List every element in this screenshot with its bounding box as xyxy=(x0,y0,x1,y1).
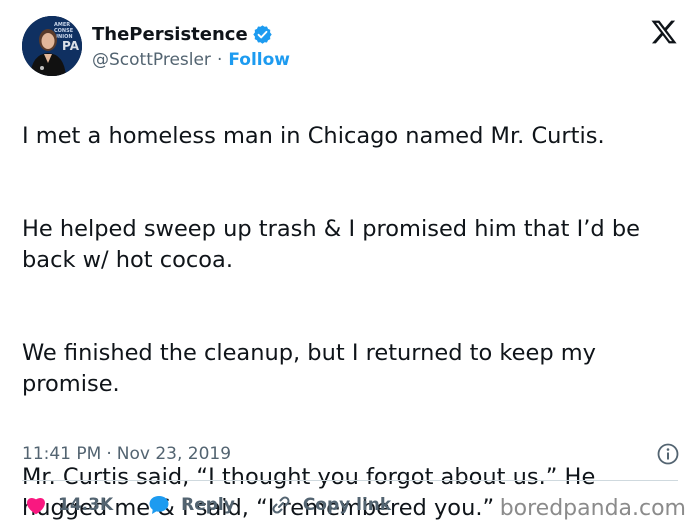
heart-icon xyxy=(27,497,45,515)
copy-link-label: Copy link xyxy=(302,495,392,515)
x-logo-icon[interactable] xyxy=(650,18,678,46)
handle[interactable]: @ScottPresler xyxy=(92,50,211,70)
tweet-header: AMER CONSE UNION PA ThePersistence @Scot… xyxy=(22,16,682,78)
separator-dot: · xyxy=(106,444,112,464)
name-row: ThePersistence xyxy=(92,22,290,46)
verified-badge-icon xyxy=(253,24,272,44)
action-bar: 14.3K Reply Copy link xyxy=(24,490,425,520)
avatar[interactable]: AMER CONSE UNION PA xyxy=(22,16,82,76)
like-button[interactable]: 14.3K xyxy=(24,493,113,517)
svg-text:PA: PA xyxy=(62,39,80,53)
tweet-paragraph: We finished the cleanup, but I returned … xyxy=(22,340,597,397)
tweet-paragraph: He helped sweep up trash & I promised hi… xyxy=(22,216,640,273)
avatar-image: AMER CONSE UNION PA xyxy=(22,16,82,76)
copy-link-button[interactable]: Copy link xyxy=(269,493,391,517)
divider xyxy=(22,480,678,481)
separator-dot: · xyxy=(216,50,223,70)
display-name[interactable]: ThePersistence xyxy=(92,24,248,45)
speech-bubble-icon xyxy=(149,496,169,514)
reply-button[interactable]: Reply xyxy=(147,493,235,517)
handle-row: @ScottPresler · Follow xyxy=(92,50,290,70)
info-icon[interactable] xyxy=(656,442,680,466)
watermark: boredpanda.com xyxy=(499,496,686,521)
tweet-time[interactable]: 11:41 PM xyxy=(22,444,101,464)
like-count: 14.3K xyxy=(58,495,114,515)
tweet-paragraph: I met a homeless man in Chicago named Mr… xyxy=(22,123,605,149)
tweet-date[interactable]: Nov 23, 2019 xyxy=(117,444,231,464)
user-info: ThePersistence @ScottPresler · Follow xyxy=(92,22,290,71)
reply-label: Reply xyxy=(181,495,235,515)
follow-button[interactable]: Follow xyxy=(228,50,290,70)
link-icon xyxy=(272,496,290,514)
tweet-timestamp: 11:41 PM · Nov 23, 2019 xyxy=(22,440,682,468)
